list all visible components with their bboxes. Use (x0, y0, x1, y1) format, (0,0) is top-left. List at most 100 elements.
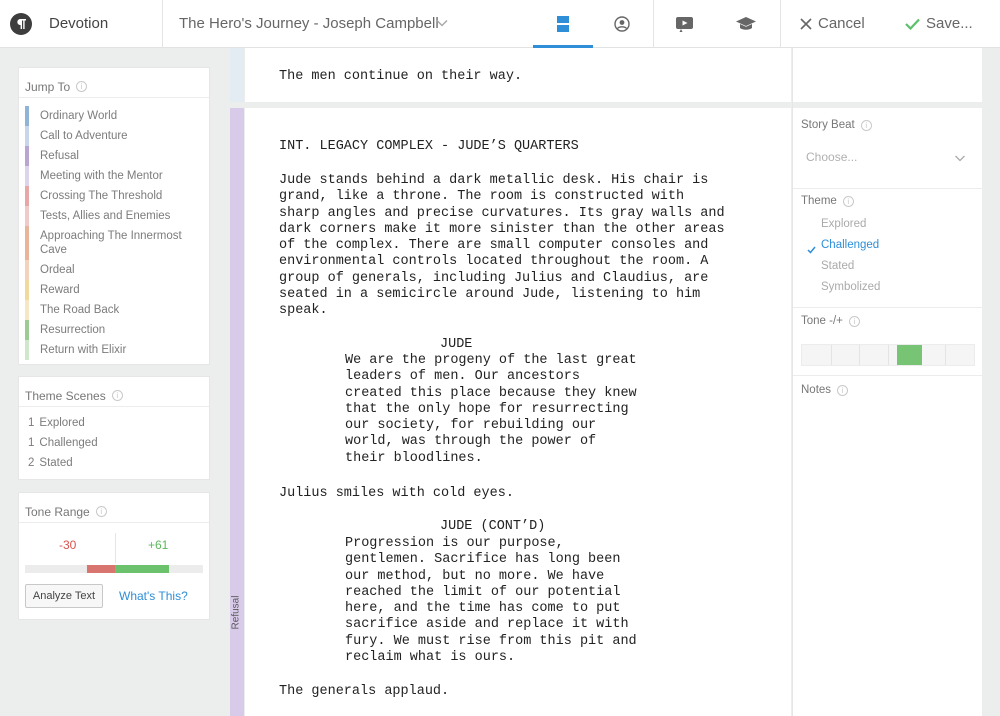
checkmark-icon (905, 18, 920, 30)
graduation-cap-icon (736, 17, 756, 30)
info-icon[interactable]: i (848, 315, 860, 327)
theme-option[interactable]: Symbolized (821, 281, 880, 293)
tone-label: Tone -/+ i (801, 315, 860, 327)
tone-positive-fill (115, 565, 169, 573)
tone-min-value: -30 (59, 538, 77, 552)
checkmark-icon (807, 241, 816, 259)
tone-divider (115, 533, 116, 563)
notes-label: Notes i (801, 384, 849, 396)
jump-to-item[interactable]: Meeting with the Mentor (25, 166, 195, 186)
tone-slider-tick (945, 345, 947, 365)
scene-count: 1 (28, 417, 35, 429)
jump-to-item[interactable]: Ordinary World (25, 106, 195, 126)
tab-script[interactable] (533, 0, 593, 48)
theme-option[interactable]: Stated (821, 260, 854, 272)
tone-range-panel: Tone Range i -30 +61 Analyze Text What's… (18, 492, 210, 620)
jump-to-item[interactable]: Crossing The Threshold (25, 186, 195, 206)
beat-gutter-ordinary-world (230, 48, 244, 102)
tone-range-bar (25, 565, 203, 573)
scene-theme-label: Challenged (39, 437, 98, 449)
info-icon[interactable]: i (842, 195, 854, 207)
jump-to-title: Jump To (25, 79, 71, 94)
jump-to-item[interactable]: Refusal (25, 146, 195, 166)
dialogue[interactable]: We are the progeny of the last great lea… (345, 353, 637, 467)
info-icon[interactable]: i (837, 384, 849, 396)
divider (793, 375, 982, 376)
cancel-button[interactable]: Cancel (800, 15, 865, 32)
script-action[interactable]: Julius smiles with cold eyes. (279, 486, 514, 502)
jump-to-item[interactable]: Tests, Allies and Enemies (25, 206, 195, 226)
close-icon (800, 17, 812, 30)
character-name[interactable]: JUDE (440, 337, 472, 353)
jump-to-item[interactable]: Call to Adventure (25, 126, 195, 146)
panel-gap (793, 102, 982, 108)
jump-to-item[interactable]: Approaching The Innermost Cave (25, 226, 195, 260)
dialogue[interactable]: Progression is our purpose, gentlemen. S… (345, 536, 637, 666)
divider (653, 0, 654, 48)
theme-scenes-title: Theme Scenes (25, 388, 106, 403)
character-name[interactable]: JUDE (CONT’D) (440, 519, 545, 535)
jump-to-item[interactable]: Reward (25, 280, 195, 300)
chevron-down-icon[interactable] (954, 151, 966, 169)
jump-to-header: Jump To i (19, 68, 209, 98)
tone-range-header: Tone Range i (19, 493, 209, 523)
jump-to-item[interactable]: Return with Elixir (25, 340, 195, 360)
theme-label: Theme i (801, 195, 854, 207)
scene-count: 1 (28, 437, 35, 449)
scene-theme-label: Explored (39, 417, 85, 429)
tab-learn[interactable] (722, 0, 770, 48)
chevron-down-icon[interactable] (435, 16, 449, 35)
tab-characters[interactable] (598, 0, 646, 48)
tone-slider-tick (859, 345, 861, 365)
divider (780, 0, 781, 48)
top-bar: Devotion The Hero's Journey - Joseph Cam… (0, 0, 1000, 48)
theme-option[interactable]: Challenged (821, 239, 879, 251)
info-icon[interactable]: i (111, 390, 123, 401)
script-action-line[interactable]: The men continue on their way. (279, 69, 522, 85)
tone-slider-tick (830, 345, 832, 365)
document-title[interactable]: The Hero's Journey - Joseph Campbell (179, 15, 439, 32)
info-icon[interactable]: i (95, 506, 107, 517)
save-button[interactable]: Save... (905, 15, 973, 32)
jump-to-item[interactable]: Resurrection (25, 320, 195, 340)
analyze-text-button[interactable]: Analyze Text (25, 584, 103, 608)
user-circle-icon (614, 16, 630, 32)
info-icon[interactable]: i (860, 119, 872, 131)
scene-theme-label: Stated (39, 457, 73, 469)
video-play-icon (675, 16, 693, 32)
document-icon (557, 16, 569, 32)
tone-slider-fill[interactable] (896, 345, 923, 365)
theme-scene-row: 1 Explored (28, 417, 85, 429)
scene-heading[interactable]: INT. LEGACY COMPLEX - JUDE’S QUARTERS (279, 139, 579, 155)
divider (793, 188, 982, 189)
theme-scenes-header: Theme Scenes i (19, 377, 209, 407)
paragraph-logo-icon (10, 13, 32, 35)
script-action[interactable]: The generals applaud. (279, 684, 449, 700)
scene-properties-panel (792, 48, 982, 716)
jump-to-item[interactable]: Ordeal (25, 260, 195, 280)
whats-this-link[interactable]: What's This? (119, 589, 188, 603)
theme-option[interactable]: Explored (821, 218, 866, 230)
theme-scenes-panel: Theme Scenes i 1 Explored 1 Challenged 2 Stat… (18, 376, 210, 480)
tab-video[interactable] (660, 0, 708, 48)
divider (793, 307, 982, 308)
jump-to-item[interactable]: The Road Back (25, 300, 195, 320)
script-action[interactable]: Jude stands behind a dark metallic desk.… (279, 173, 725, 320)
tone-range-title: Tone Range (25, 504, 90, 519)
beat-gutter-label: Refusal (230, 595, 242, 630)
save-label: Save... (926, 15, 973, 32)
divider (162, 0, 163, 48)
tone-max-value: +61 (148, 538, 169, 552)
info-icon[interactable]: i (76, 81, 88, 92)
theme-scene-row: 1 Challenged (28, 437, 98, 449)
app-name: Devotion (49, 15, 109, 32)
scene-count: 2 (28, 457, 35, 469)
cancel-label: Cancel (818, 15, 865, 32)
tone-slider[interactable] (801, 344, 975, 366)
jump-to-panel: Jump To i Ordinary World Call to Adventur… (18, 67, 210, 365)
tone-slider-tick (888, 345, 889, 365)
story-beat-select[interactable]: Choose... (806, 150, 857, 164)
story-beat-label: Story Beat i (801, 119, 872, 131)
tone-negative-fill (87, 565, 115, 573)
theme-scene-row: 2 Stated (28, 457, 73, 469)
